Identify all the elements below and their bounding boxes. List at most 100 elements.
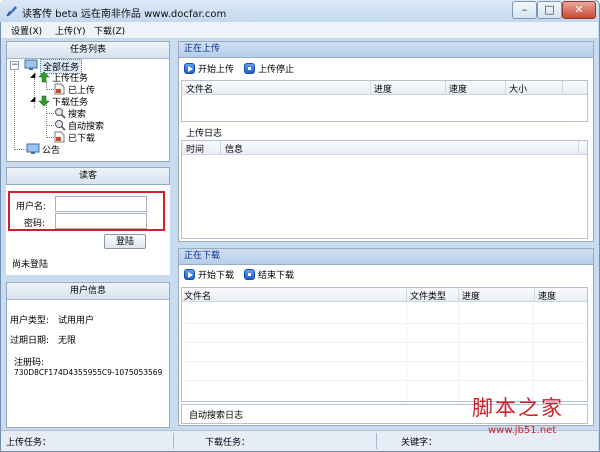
col-time[interactable]: 时间: [186, 142, 204, 155]
tree-item-downloaded[interactable]: 已下载: [68, 131, 95, 144]
upload-arrow-icon: [38, 71, 50, 83]
grid-row-line: [182, 361, 587, 362]
login-status: 尚未登陆: [12, 260, 49, 270]
start-download-button[interactable]: 开始下载: [184, 269, 234, 282]
tree-connector: [14, 66, 15, 150]
tree-connector: [46, 89, 54, 90]
grid-col-line: [533, 302, 534, 401]
tree-connector: [46, 113, 54, 114]
col-info[interactable]: 信息: [225, 142, 243, 155]
download-grid-header: 文件名 文件类型 进度 速度: [182, 288, 587, 302]
upload-log-grid[interactable]: 时间 信息: [181, 140, 588, 239]
col-filename[interactable]: 文件名: [186, 82, 213, 95]
download-arrow-icon: [38, 95, 50, 107]
document-icon: [54, 83, 65, 95]
upload-grid[interactable]: 文件名 进度 速度 大小: [181, 80, 588, 122]
user-type-value: 试用用户: [58, 316, 95, 326]
play-icon: [184, 63, 195, 74]
computer-icon: [24, 59, 38, 70]
start-download-label: 开始下载: [198, 271, 235, 281]
tree-connector: [34, 78, 35, 108]
upload-log-title: 上传日志: [186, 129, 223, 139]
task-list-title: 任务列表: [7, 42, 169, 59]
document-icon: [54, 131, 65, 143]
watermark-text: 脚本之家: [472, 396, 564, 420]
tree-connector: [46, 137, 54, 138]
column-separator: [458, 288, 459, 302]
start-upload-label: 开始上传: [198, 65, 235, 75]
user-info-title: 用户信息: [7, 283, 169, 300]
upload-header: 正在上传: [179, 42, 593, 58]
status-upload-task: 上传任务：: [6, 438, 52, 448]
close-button[interactable]: ✕: [562, 1, 596, 19]
user-type-label: 用户类型:: [10, 316, 50, 326]
tree-item-announcement[interactable]: 公告: [42, 143, 60, 156]
site-watermark: 脚本之家 www.jb51.net: [470, 392, 595, 442]
stop-download-button[interactable]: 结束下载: [244, 269, 294, 282]
col-speed[interactable]: 速度: [449, 82, 467, 95]
computer-icon: [26, 143, 40, 154]
title-bar: 读客传 beta 远在南非作品 www.docfar.com – □ ✕: [0, 0, 598, 22]
stop-upload-label: 上传停止: [258, 65, 295, 75]
stop-upload-button[interactable]: 上传停止: [244, 63, 294, 76]
menu-download[interactable]: 下载(Z): [94, 24, 125, 37]
collapse-toggle[interactable]: −: [10, 61, 19, 70]
col-filetype[interactable]: 文件类型: [410, 289, 446, 302]
search-icon: [55, 120, 66, 131]
grid-row-line: [182, 342, 587, 343]
status-download-task: 下载任务：: [205, 438, 251, 448]
password-label: 密码:: [24, 219, 46, 229]
username-field[interactable]: [55, 196, 147, 212]
login-button[interactable]: 登陆: [104, 234, 146, 249]
expiry-label: 过期日期:: [10, 336, 50, 346]
menu-bar: 设置(X) 上传(Y) 下载(Z): [1, 22, 598, 39]
stop-icon: [244, 63, 255, 74]
grid-col-line: [458, 302, 459, 401]
stop-download-label: 结束下载: [258, 271, 295, 281]
column-separator: [406, 288, 407, 302]
password-field[interactable]: [55, 213, 147, 229]
tree-connector: [46, 125, 54, 126]
col-speed[interactable]: 速度: [538, 289, 556, 302]
tree-connector: [15, 149, 26, 150]
minimize-button[interactable]: –: [512, 1, 537, 19]
window-title: 读客传 beta 远在南非作品 www.docfar.com: [22, 9, 227, 20]
col-size[interactable]: 大小: [509, 82, 527, 95]
column-separator: [370, 81, 371, 95]
grid-col-line: [406, 302, 407, 401]
watermark-url: www.jb51.net: [488, 425, 557, 436]
column-separator: [220, 141, 221, 155]
regcode-value: 730D8CF174D4355955C9-1075053569: [14, 368, 163, 377]
grid-row-line: [182, 380, 587, 381]
column-separator: [505, 81, 506, 95]
col-progress[interactable]: 进度: [462, 289, 480, 302]
upload-log-header: 时间 信息: [182, 141, 587, 155]
regcode-label: 注册码:: [14, 358, 45, 368]
maximize-button[interactable]: □: [537, 1, 562, 19]
col-progress[interactable]: 进度: [374, 82, 392, 95]
login-title: 读客: [6, 167, 170, 185]
download-header: 正在下载: [179, 249, 593, 265]
search-icon: [55, 108, 66, 119]
status-keyword: 关键字：: [401, 438, 438, 448]
play-icon: [184, 269, 195, 280]
collapse-toggle[interactable]: ◢: [30, 72, 37, 79]
start-upload-button[interactable]: 开始上传: [184, 63, 234, 76]
expiry-value: 无限: [58, 336, 77, 346]
upload-grid-header: 文件名 进度 速度 大小: [182, 81, 587, 95]
column-separator: [578, 141, 579, 155]
stop-icon: [244, 269, 255, 280]
status-divider: [173, 433, 174, 449]
auto-search-log-title: 自动搜索日志: [189, 411, 244, 421]
status-divider: [376, 433, 377, 449]
collapse-toggle[interactable]: ◢: [30, 96, 37, 103]
column-separator: [445, 81, 446, 95]
tree-connector: [46, 105, 47, 138]
download-grid[interactable]: 文件名 文件类型 进度 速度: [181, 287, 588, 402]
column-separator: [562, 81, 563, 95]
username-label: 用户名:: [16, 202, 47, 212]
col-filename[interactable]: 文件名: [184, 289, 211, 302]
column-separator: [534, 288, 535, 302]
menu-upload[interactable]: 上传(Y): [55, 24, 86, 37]
menu-settings[interactable]: 设置(X): [11, 24, 42, 37]
